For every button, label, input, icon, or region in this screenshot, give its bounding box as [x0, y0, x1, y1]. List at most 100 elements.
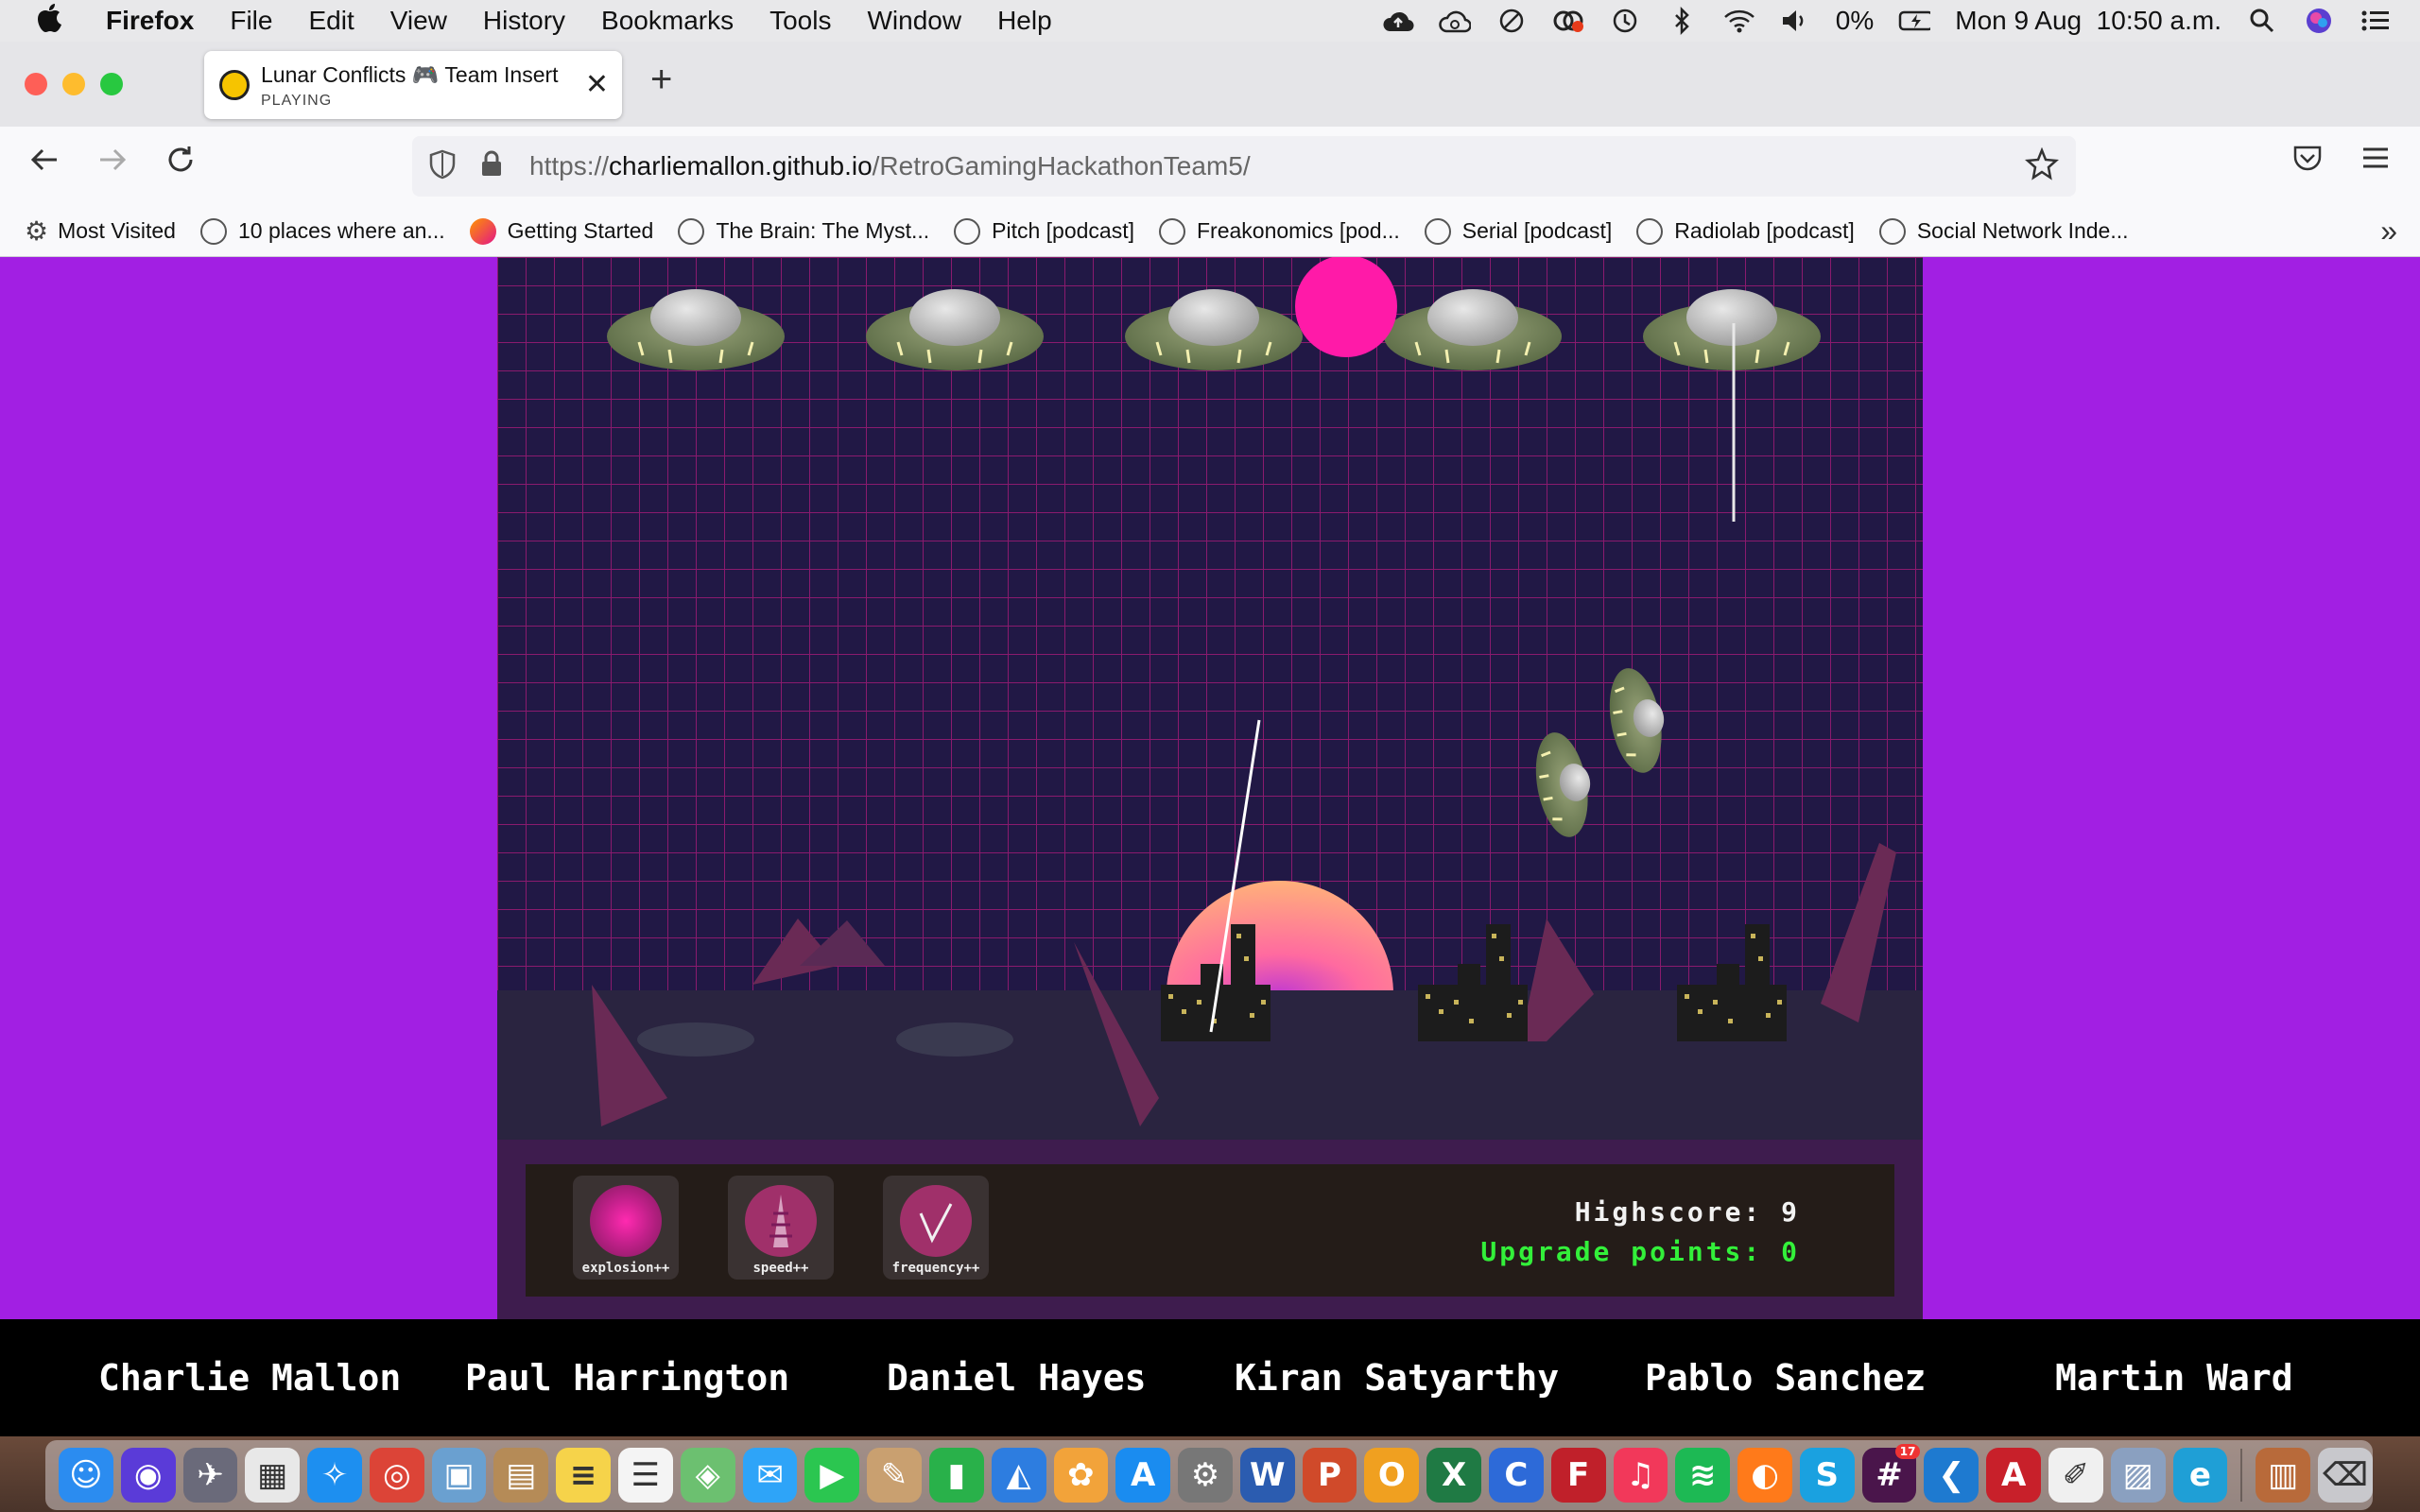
control-center-icon[interactable] — [2360, 7, 2392, 35]
wifi-icon[interactable] — [1722, 7, 1754, 35]
dock-preview-icon[interactable]: ▣ — [431, 1448, 487, 1503]
dock-textedit-icon[interactable]: ✐ — [2048, 1448, 2103, 1503]
forward-arrow-icon[interactable] — [96, 144, 129, 184]
dock-facetime-icon[interactable]: ▶ — [804, 1448, 860, 1503]
bookmark-most-visited[interactable]: ⚙ Most Visited — [25, 215, 176, 247]
hamburger-menu-icon[interactable] — [2360, 144, 2392, 180]
lock-icon[interactable] — [480, 149, 503, 184]
upgrade-explosion-button[interactable]: explosion++ — [573, 1176, 679, 1280]
dock-script-editor-icon[interactable]: ✎ — [867, 1448, 922, 1503]
crater — [637, 1022, 754, 1057]
dock-image-viewer-icon[interactable]: ▨ — [2110, 1448, 2166, 1503]
navigation-bar: https://charliemallon.github.io/RetroGam… — [0, 127, 2420, 206]
bookmark-star-icon[interactable] — [2024, 146, 2060, 190]
volume-icon[interactable] — [1779, 7, 1811, 35]
dock-outlook-icon[interactable]: O — [1364, 1448, 1420, 1503]
dock-messages-icon[interactable]: ✉ — [742, 1448, 798, 1503]
siri-icon[interactable] — [2303, 7, 2335, 35]
highscore-display: Highscore: 9 — [1575, 1196, 1800, 1228]
dock-filezilla-icon[interactable]: F — [1550, 1448, 1606, 1503]
dock-numbers-icon[interactable]: ▮ — [928, 1448, 984, 1503]
credit-name: Pablo Sanchez — [1645, 1357, 1927, 1399]
dock-notes-icon[interactable]: ≡ — [556, 1448, 612, 1503]
menu-view[interactable]: View — [390, 6, 447, 36]
zoom-window-button[interactable] — [100, 73, 123, 95]
close-window-button[interactable] — [25, 73, 47, 95]
upgrade-frequency-button[interactable]: frequency++ — [883, 1176, 989, 1280]
menu-window[interactable]: Window — [867, 6, 961, 36]
dock-excel-icon[interactable]: X — [1426, 1448, 1481, 1503]
menu-help[interactable]: Help — [997, 6, 1052, 36]
dock-app-store-icon[interactable]: A — [1115, 1448, 1171, 1503]
dock-system-preferences-icon[interactable]: ⚙ — [1178, 1448, 1233, 1503]
tab-lunar-conflicts[interactable]: Lunar Conflicts 🎮 Team Insert C PLAYING … — [204, 51, 622, 119]
reload-icon[interactable] — [164, 144, 197, 184]
dock-finder-icon[interactable]: ☺ — [59, 1448, 113, 1503]
dock-keynote-icon[interactable]: ◭ — [991, 1448, 1046, 1503]
dock-slack-icon[interactable]: #17 — [1861, 1444, 1921, 1503]
tab-playing-status[interactable]: PLAYING — [261, 93, 332, 110]
dock-c-app-icon[interactable]: C — [1488, 1448, 1544, 1503]
bookmark-item[interactable]: 10 places where an... — [199, 217, 445, 245]
dock-skype-icon[interactable]: S — [1799, 1448, 1855, 1503]
bookmark-item[interactable]: Serial [podcast] — [1424, 217, 1612, 245]
bookmark-item[interactable]: Pitch [podcast] — [954, 217, 1134, 245]
dock-safari-icon[interactable]: ✧ — [307, 1448, 362, 1503]
dock-firefox-icon[interactable]: ◐ — [1737, 1448, 1792, 1503]
dock-launchpad-icon[interactable]: ✈ — [182, 1448, 238, 1503]
menu-history[interactable]: History — [483, 6, 565, 36]
menu-tools[interactable]: Tools — [769, 6, 831, 36]
speed-icon — [745, 1185, 817, 1257]
game-container: explosion++ speed++ frequency++ Highscor… — [497, 257, 1923, 1319]
dock-downloads-icon[interactable]: ▥ — [2256, 1448, 2311, 1503]
dock-chrome-icon[interactable]: ◎ — [369, 1448, 424, 1503]
dock-edge-icon[interactable]: e — [2172, 1448, 2228, 1503]
bluetooth-icon[interactable] — [1666, 7, 1698, 35]
bookmark-item[interactable]: Social Network Inde... — [1878, 217, 2129, 245]
dock-siri-icon[interactable]: ◉ — [120, 1448, 176, 1503]
pocket-icon[interactable] — [2291, 144, 2324, 181]
dock-music-icon[interactable]: ♫ — [1613, 1448, 1668, 1503]
bookmark-item[interactable]: Freakonomics [pod... — [1159, 217, 1400, 245]
back-arrow-icon[interactable] — [28, 144, 60, 184]
menu-file[interactable]: File — [230, 6, 272, 36]
cloud-upload-icon[interactable] — [1382, 7, 1414, 35]
minimize-window-button[interactable] — [62, 73, 85, 95]
upgrade-points-display: Upgrade points: 0 — [1480, 1236, 1800, 1267]
time-machine-icon[interactable] — [1609, 7, 1641, 35]
dock-contacts-icon[interactable]: ▤ — [493, 1448, 549, 1503]
creative-cloud-icon[interactable] — [1552, 7, 1584, 35]
battery-charging-icon[interactable] — [1898, 7, 1931, 35]
upgrade-speed-button[interactable]: speed++ — [728, 1176, 834, 1280]
tab-close-icon[interactable]: ✕ — [585, 68, 609, 101]
dock-maps-icon[interactable]: ◈ — [680, 1448, 735, 1503]
new-tab-button[interactable]: + — [650, 59, 672, 101]
dock-vscode-icon[interactable]: ❮ — [1924, 1448, 1979, 1503]
game-canvas[interactable] — [497, 257, 1923, 1140]
upgrade-panel: explosion++ speed++ frequency++ Highscor… — [526, 1164, 1894, 1297]
dock-powerpoint-icon[interactable]: P — [1302, 1448, 1357, 1503]
bookmark-item[interactable]: The Brain: The Myst... — [678, 217, 929, 245]
dock-trash-icon[interactable]: ⌫ — [2318, 1448, 2373, 1503]
bookmark-item[interactable]: Radiolab [podcast] — [1636, 217, 1855, 245]
tracking-protection-shield-icon[interactable] — [429, 149, 456, 187]
apple-icon[interactable] — [36, 2, 78, 41]
dock-photos-icon[interactable]: ✿ — [1053, 1448, 1109, 1503]
menu-edit[interactable]: Edit — [308, 6, 354, 36]
do-not-disturb-icon[interactable] — [1495, 7, 1528, 35]
dock-apps-grid-icon[interactable]: ▦ — [245, 1448, 301, 1503]
dock-word-icon[interactable]: W — [1239, 1448, 1295, 1503]
url-text[interactable]: https://charliemallon.github.io/RetroGam… — [529, 151, 1251, 181]
game-hud: explosion++ speed++ frequency++ Highscor… — [497, 1140, 1923, 1319]
menu-bookmarks[interactable]: Bookmarks — [601, 6, 734, 36]
dock-reminders-icon[interactable]: ☰ — [618, 1448, 673, 1503]
bookmark-getting-started[interactable]: Getting Started — [469, 217, 653, 245]
url-bar[interactable]: https://charliemallon.github.io/RetroGam… — [412, 136, 2076, 197]
spotlight-search-icon[interactable] — [2246, 7, 2278, 35]
dock-spotify-icon[interactable]: ≋ — [1675, 1448, 1731, 1503]
menu-app-name[interactable]: Firefox — [106, 6, 194, 36]
clock[interactable]: Mon 9 Aug 10:50 a.m. — [1955, 6, 2221, 36]
cloud-sync-icon[interactable] — [1439, 7, 1471, 35]
dock-acrobat-icon[interactable]: A — [1986, 1448, 2041, 1503]
chevron-more-icon[interactable]: » — [2380, 214, 2397, 249]
